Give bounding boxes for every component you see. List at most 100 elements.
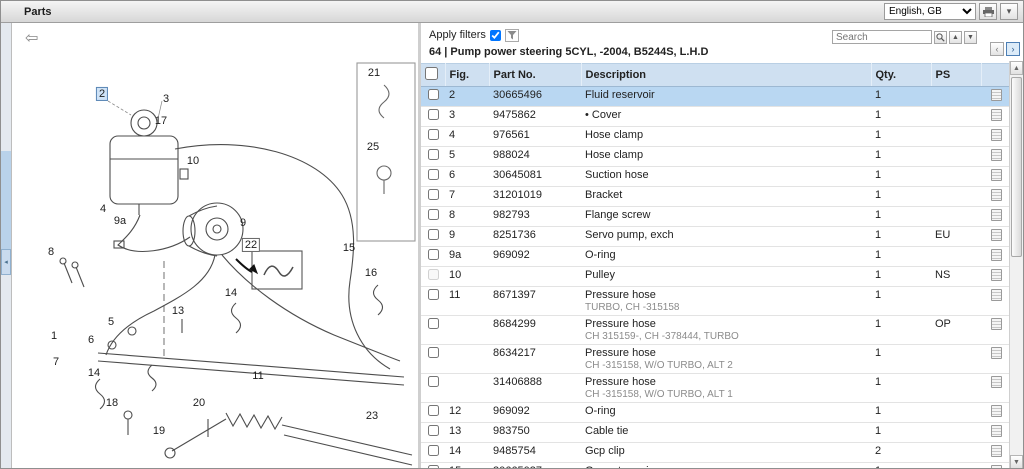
table-row[interactable]: 8684299Pressure hoseCH 315159-, CH -3784… — [421, 316, 1011, 345]
collapse-panel-tab[interactable]: ◂ — [1, 249, 11, 275]
part-notes-icon[interactable] — [991, 109, 1002, 121]
table-row[interactable]: 39475862• Cover1 — [421, 107, 1011, 127]
table-row[interactable]: 1530665037Gcp return pipeW/O TURBO, TURB… — [421, 463, 1011, 469]
table-row[interactable]: 149485754Gcp clip2 — [421, 443, 1011, 463]
row-part-number[interactable]: 8684299 — [489, 316, 581, 345]
row-checkbox[interactable] — [428, 149, 439, 160]
previous-page-button[interactable]: ‹ — [990, 42, 1004, 56]
row-part-number[interactable]: 30645081 — [489, 167, 581, 187]
column-header-part[interactable]: Part No. — [489, 64, 581, 87]
part-notes-icon[interactable] — [991, 89, 1002, 101]
row-part-number[interactable]: 30665496 — [489, 87, 581, 107]
row-checkbox[interactable] — [428, 169, 439, 180]
diagram-callout[interactable]: 15 — [341, 242, 357, 254]
row-checkbox[interactable] — [428, 318, 439, 329]
row-part-number[interactable]: 30665037 — [489, 463, 581, 469]
diagram-callout[interactable]: 22 — [242, 238, 260, 252]
topbar-dropdown-button[interactable]: ▾ — [1000, 3, 1018, 20]
row-part-number[interactable] — [489, 267, 581, 287]
row-part-number[interactable]: 8251736 — [489, 227, 581, 247]
row-checkbox[interactable] — [428, 109, 439, 120]
column-header-ps[interactable]: PS — [931, 64, 981, 87]
diagram-callout[interactable]: 10 — [185, 155, 201, 167]
search-button[interactable] — [934, 31, 947, 44]
filter-button[interactable] — [505, 29, 519, 42]
next-page-button[interactable]: › — [1006, 42, 1020, 56]
diagram-callout[interactable]: 16 — [363, 267, 379, 279]
diagram-callout[interactable]: 9 — [238, 217, 248, 229]
row-part-number[interactable]: 982793 — [489, 207, 581, 227]
row-checkbox[interactable] — [428, 249, 439, 260]
part-notes-icon[interactable] — [991, 289, 1002, 301]
row-checkbox[interactable] — [428, 89, 439, 100]
diagram-callout[interactable]: 17 — [153, 115, 169, 127]
row-checkbox[interactable] — [428, 465, 439, 469]
part-notes-icon[interactable] — [991, 445, 1002, 457]
diagram-callout[interactable]: 4 — [98, 203, 108, 215]
table-row[interactable]: 13983750Cable tie1 — [421, 423, 1011, 443]
column-header-qty[interactable]: Qty. — [871, 64, 931, 87]
language-select[interactable]: English, GB — [884, 3, 976, 20]
part-notes-icon[interactable] — [991, 465, 1002, 469]
part-notes-icon[interactable] — [991, 347, 1002, 359]
part-notes-icon[interactable] — [991, 209, 1002, 221]
table-row[interactable]: 118671397Pressure hoseTURBO, CH -3151581 — [421, 287, 1011, 316]
diagram-callout[interactable]: 25 — [365, 141, 381, 153]
part-notes-icon[interactable] — [991, 169, 1002, 181]
part-notes-icon[interactable] — [991, 249, 1002, 261]
part-notes-icon[interactable] — [991, 376, 1002, 388]
part-notes-icon[interactable] — [991, 129, 1002, 141]
scroll-down-arrow[interactable]: ▼ — [1010, 455, 1023, 469]
diagram-callout[interactable]: 6 — [86, 334, 96, 346]
row-checkbox[interactable] — [428, 209, 439, 220]
row-part-number[interactable]: 988024 — [489, 147, 581, 167]
row-checkbox[interactable] — [428, 445, 439, 456]
diagram-callout[interactable]: 9a — [112, 215, 128, 227]
row-checkbox[interactable] — [428, 229, 439, 240]
diagram-callout[interactable]: 23 — [364, 410, 380, 422]
row-checkbox[interactable] — [428, 129, 439, 140]
table-row[interactable]: 5988024Hose clamp1 — [421, 147, 1011, 167]
row-checkbox[interactable] — [428, 347, 439, 358]
find-next-button[interactable]: ▼ — [964, 31, 977, 44]
table-row[interactable]: 31406888Pressure hoseCH -315158, W/O TUR… — [421, 374, 1011, 403]
table-row[interactable]: 98251736Servo pump, exch1EU — [421, 227, 1011, 247]
diagram-callout[interactable]: 21 — [366, 67, 382, 79]
part-notes-icon[interactable] — [991, 269, 1002, 281]
row-part-number[interactable]: 969092 — [489, 247, 581, 267]
diagram-callout[interactable]: 5 — [106, 316, 116, 328]
row-part-number[interactable]: 8634217 — [489, 345, 581, 374]
table-row[interactable]: 8634217Pressure hoseCH -315158, W/O TURB… — [421, 345, 1011, 374]
diagram-callout[interactable]: 14 — [223, 287, 239, 299]
select-all-checkbox[interactable] — [425, 67, 438, 80]
row-part-number[interactable]: 31406888 — [489, 374, 581, 403]
row-part-number[interactable]: 9485754 — [489, 443, 581, 463]
vertical-scrollbar[interactable]: ▲ ▼ — [1009, 61, 1023, 469]
table-row[interactable]: 10Pulley1NS — [421, 267, 1011, 287]
part-notes-icon[interactable] — [991, 425, 1002, 437]
part-notes-icon[interactable] — [991, 318, 1002, 330]
part-notes-icon[interactable] — [991, 149, 1002, 161]
table-row[interactable]: 9a969092O-ring1 — [421, 247, 1011, 267]
diagram-callout[interactable]: 11 — [250, 370, 265, 382]
diagram-callout[interactable]: 20 — [191, 397, 207, 409]
column-header-description[interactable]: Description — [581, 64, 871, 87]
row-checkbox[interactable] — [428, 189, 439, 200]
apply-filters-checkbox[interactable] — [490, 30, 501, 41]
part-notes-icon[interactable] — [991, 189, 1002, 201]
row-part-number[interactable]: 9475862 — [489, 107, 581, 127]
part-notes-icon[interactable] — [991, 229, 1002, 241]
search-input[interactable] — [832, 30, 932, 44]
table-row[interactable]: 4976561Hose clamp1 — [421, 127, 1011, 147]
table-row[interactable]: 8982793Flange screw1 — [421, 207, 1011, 227]
find-previous-button[interactable]: ▲ — [949, 31, 962, 44]
table-row[interactable]: 230665496Fluid reservoir1 — [421, 87, 1011, 107]
row-part-number[interactable]: 976561 — [489, 127, 581, 147]
diagram-callout[interactable]: 1 — [49, 330, 59, 342]
row-checkbox[interactable] — [428, 425, 439, 436]
table-row[interactable]: 12969092O-ring1 — [421, 403, 1011, 423]
table-row[interactable]: 731201019Bracket1 — [421, 187, 1011, 207]
diagram-callout[interactable]: 7 — [51, 356, 61, 368]
print-button[interactable] — [979, 3, 997, 20]
row-checkbox[interactable] — [428, 405, 439, 416]
